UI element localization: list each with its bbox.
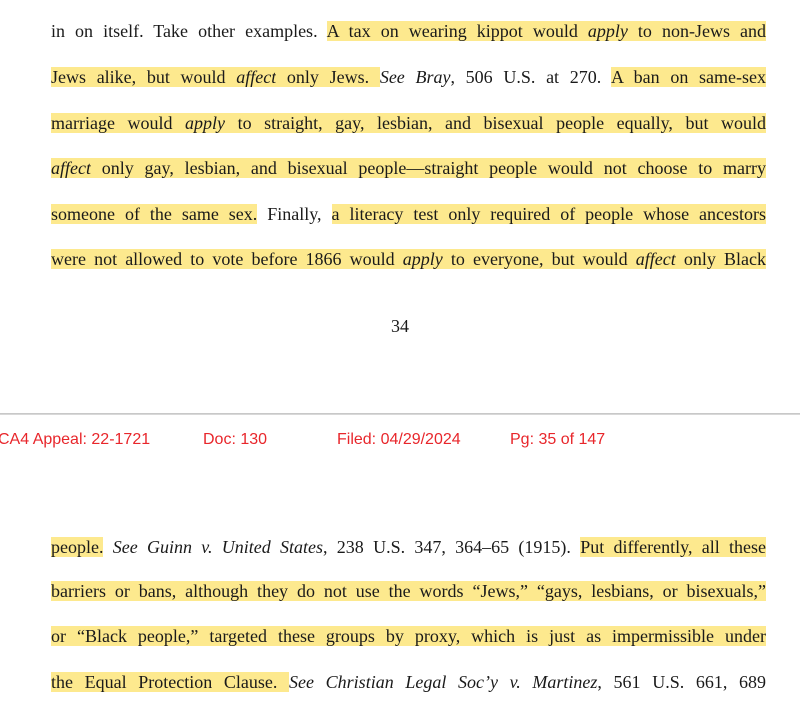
text-line: or “Black people,” targeted these groups…: [51, 624, 766, 648]
text-line: affect only gay, lesbian, and bisexual p…: [51, 156, 766, 180]
page-count: Pg: 35 of 147: [510, 431, 606, 448]
citation-or-emphasis: apply: [185, 113, 226, 133]
text-segment: were not allowed to vote before 1866 wou…: [51, 249, 403, 269]
text-segment: , 506 U.S. at 270.: [450, 67, 611, 87]
text-line: someone of the same sex. Finally, a lite…: [51, 202, 766, 226]
text-line: were not allowed to vote before 1866 wou…: [51, 247, 766, 271]
page-divider: [0, 413, 800, 415]
text-segment: to straight, gay, lesbian, and bisexual …: [225, 113, 766, 133]
text-line: people. See Guinn v. United States, 238 …: [51, 535, 767, 559]
text-line: the Equal Protection Clause. See Christi…: [51, 670, 766, 694]
text-segment: people.: [51, 537, 104, 557]
text-segment: marriage would: [51, 113, 186, 133]
citation-or-emphasis: See Christian Legal Soc’y v. Martinez: [289, 672, 598, 692]
citation-or-emphasis: affect: [51, 158, 91, 178]
citation-or-emphasis: apply: [402, 249, 443, 269]
text-line: in on itself. Take other examples. A tax…: [51, 19, 766, 43]
text-segment: A tax on wearing kippot would: [326, 21, 588, 41]
text-segment: A ban on same-sex: [610, 67, 766, 87]
case-number: CA4 Appeal: 22-1721: [0, 431, 151, 448]
text-segment: Finally,: [257, 204, 332, 224]
text-segment: [103, 537, 112, 557]
text-line: barriers or bans, although they do not u…: [51, 579, 766, 603]
text-segment: only gay, lesbian, and bisexual people—s…: [90, 158, 766, 178]
text-segment: a literacy test only required of people …: [331, 204, 766, 224]
citation-or-emphasis: See Guinn v. United States: [112, 537, 324, 557]
citation-or-emphasis: See Bray: [379, 67, 451, 87]
text-line: marriage would apply to straight, gay, l…: [51, 111, 766, 135]
text-segment: the Equal Protection Clause.: [51, 672, 290, 692]
text-segment: to non-Jews and: [627, 21, 766, 41]
citation-or-emphasis: affect: [635, 249, 676, 269]
text-segment: , 561 U.S. 661, 689: [597, 672, 767, 692]
text-segment: only Jews.: [276, 67, 380, 87]
text-segment: , 238 U.S. 347, 364–65 (1915).: [323, 537, 581, 557]
doc-number: Doc: 130: [203, 431, 268, 448]
page-number: 34: [391, 316, 409, 336]
text-segment: to everyone, but would: [442, 249, 636, 269]
text-segment: Put differently, all these: [580, 537, 767, 557]
filing-header: CA4 Appeal: 22-1721 Doc: 130 Filed: 04/2…: [0, 431, 800, 453]
text-segment: or “Black people,” targeted these groups…: [51, 626, 766, 646]
citation-or-emphasis: affect: [236, 67, 277, 87]
citation-or-emphasis: apply: [587, 21, 628, 41]
text-line: Jews alike, but would affect only Jews. …: [51, 65, 766, 89]
text-segment: in on itself. Take other examples.: [51, 21, 327, 41]
text-segment: Jews alike, but would: [51, 67, 237, 87]
filed-date: Filed: 04/29/2024: [337, 431, 461, 448]
text-segment: barriers or bans, although they do not u…: [51, 581, 766, 601]
text-segment: only Black: [675, 249, 766, 269]
text-segment: someone of the same sex.: [51, 204, 258, 224]
